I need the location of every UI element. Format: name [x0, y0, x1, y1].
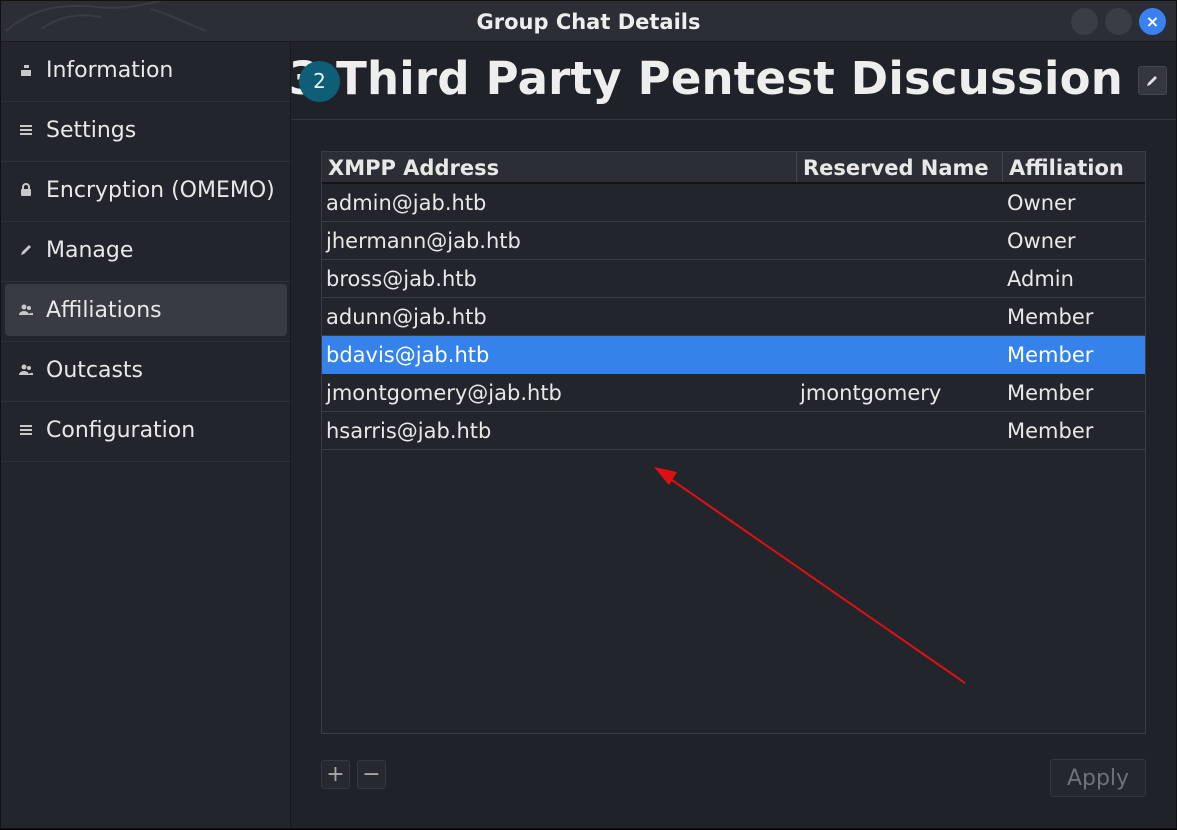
- group-chat-details-window: Group Chat Details × Information Setting…: [0, 0, 1177, 829]
- apply-button[interactable]: Apply: [1050, 759, 1146, 797]
- sidebar: Information Settings Encryption (OMEMO) …: [1, 42, 291, 828]
- table-row[interactable]: adunn@jab.htb Member: [322, 298, 1145, 336]
- people-icon: [19, 304, 33, 315]
- pencil-icon: [21, 245, 31, 255]
- sidebar-item-label: Outcasts: [46, 358, 144, 383]
- divider: [1, 401, 290, 402]
- table-row[interactable]: jmontgomery@jab.htb jmontgomery Member: [322, 374, 1145, 412]
- sidebar-item-affiliations[interactable]: Affiliations: [5, 284, 287, 336]
- lock-icon: [21, 183, 31, 196]
- main-panel: 003 Third Party Pentest Discussion 2 XMP…: [291, 42, 1176, 828]
- divider: [1, 221, 290, 222]
- affiliation-cell[interactable]: Member: [1007, 298, 1093, 335]
- affiliation-cell[interactable]: Member: [1007, 374, 1093, 411]
- add-affiliation-button[interactable]: +: [321, 760, 350, 789]
- column-header-affiliation[interactable]: Affiliation: [1002, 152, 1145, 182]
- address-cell: adunn@jab.htb: [326, 305, 487, 329]
- remove-affiliation-button[interactable]: −: [357, 760, 386, 789]
- sidebar-item-label: Manage: [46, 238, 134, 263]
- sidebar-item-outcasts[interactable]: Outcasts: [5, 344, 287, 396]
- column-header-reserved-name[interactable]: Reserved Name: [796, 152, 1002, 182]
- window-title: Group Chat Details: [476, 10, 701, 34]
- plus-icon: +: [326, 762, 345, 787]
- pencil-icon: [1147, 76, 1157, 86]
- sidebar-item-information[interactable]: Information: [5, 44, 287, 96]
- sidebar-item-label: Affiliations: [46, 298, 162, 323]
- reserved-name-cell: jmontgomery: [800, 381, 942, 405]
- sidebar-item-configuration[interactable]: Configuration: [5, 404, 287, 456]
- list-icon: [20, 125, 32, 135]
- close-icon: ×: [1145, 12, 1160, 31]
- table-row-selected[interactable]: bdavis@jab.htb Member: [322, 336, 1145, 374]
- sidebar-item-settings[interactable]: Settings: [5, 104, 287, 156]
- address-cell: hsarris@jab.htb: [326, 419, 492, 443]
- address-cell: jhermann@jab.htb: [326, 229, 521, 253]
- minimize-button[interactable]: [1071, 8, 1098, 35]
- room-title: 003 Third Party Pentest Discussion: [291, 52, 1123, 105]
- address-cell: jmontgomery@jab.htb: [326, 381, 562, 405]
- affiliations-table[interactable]: XMPP Address Reserved Name Affiliation a…: [321, 151, 1146, 734]
- info-icon: [21, 65, 31, 76]
- affiliation-cell[interactable]: Member: [1007, 336, 1093, 373]
- divider: [1, 161, 290, 162]
- sidebar-item-manage[interactable]: Manage: [5, 224, 287, 276]
- table-row[interactable]: bross@jab.htb Admin: [322, 260, 1145, 298]
- affiliation-cell[interactable]: Admin: [1007, 260, 1074, 297]
- avatar: 2: [299, 61, 340, 102]
- table-row[interactable]: hsarris@jab.htb Member: [322, 412, 1145, 450]
- close-button[interactable]: ×: [1139, 8, 1166, 35]
- affiliation-cell[interactable]: Member: [1007, 412, 1093, 449]
- minus-icon: −: [362, 762, 381, 787]
- people-icon: [19, 364, 33, 375]
- address-cell: bross@jab.htb: [326, 267, 477, 291]
- divider: [1, 341, 290, 342]
- room-header: 003 Third Party Pentest Discussion 2: [291, 42, 1176, 120]
- maximize-button[interactable]: [1105, 8, 1132, 35]
- divider: [1, 461, 290, 462]
- edit-title-button[interactable]: [1138, 66, 1167, 95]
- room-title-container: 003 Third Party Pentest Discussion: [291, 42, 1123, 119]
- divider: [1, 281, 290, 282]
- address-cell: bdavis@jab.htb: [326, 343, 490, 367]
- affiliation-cell[interactable]: Owner: [1007, 184, 1076, 221]
- sidebar-item-label: Encryption (OMEMO): [46, 178, 275, 203]
- sidebar-item-label: Configuration: [46, 418, 196, 443]
- divider: [1, 101, 290, 102]
- column-header-xmpp-address[interactable]: XMPP Address: [322, 152, 796, 182]
- table-row[interactable]: admin@jab.htb Owner: [322, 184, 1145, 222]
- sidebar-item-label: Settings: [46, 118, 137, 143]
- sidebar-item-encryption[interactable]: Encryption (OMEMO): [5, 164, 287, 216]
- list-icon: [20, 425, 32, 435]
- title-bar[interactable]: Group Chat Details ×: [1, 1, 1176, 42]
- address-cell: admin@jab.htb: [326, 191, 487, 215]
- table-header: XMPP Address Reserved Name Affiliation: [322, 152, 1145, 184]
- table-row[interactable]: jhermann@jab.htb Owner: [322, 222, 1145, 260]
- sidebar-item-label: Information: [46, 58, 174, 83]
- affiliation-cell[interactable]: Owner: [1007, 222, 1076, 259]
